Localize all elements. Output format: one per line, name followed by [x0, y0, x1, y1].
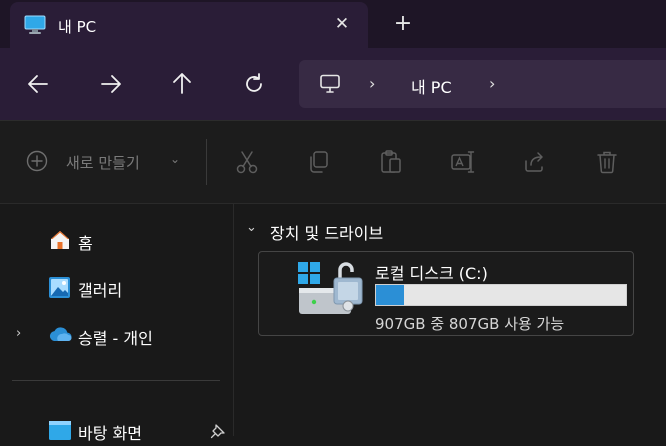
home-icon — [48, 228, 72, 252]
delete-button[interactable] — [594, 149, 620, 175]
drive-usage-fill — [376, 285, 404, 305]
trash-icon — [597, 151, 617, 174]
refresh-icon — [246, 73, 262, 92]
content-pane: ⌄ 장치 및 드라이브 로컬 디스크 (C:) 907GB 중 807GB 사용 — [234, 204, 666, 436]
paste-button[interactable] — [378, 149, 404, 175]
breadcrumb-separator-trailing[interactable]: › — [489, 74, 503, 94]
clipboard-icon — [381, 150, 401, 173]
share-button[interactable] — [522, 149, 548, 175]
pin-icon[interactable] — [210, 423, 226, 439]
address-bar[interactable]: › 내 PC › — [299, 60, 666, 108]
cut-button[interactable] — [234, 149, 260, 175]
cloud-icon — [48, 325, 72, 349]
sidebar-item-gallery[interactable]: 갤러리 — [0, 269, 230, 303]
add-icon — [26, 150, 48, 172]
monitor-icon — [24, 15, 46, 35]
navigation-bar: › 내 PC › — [0, 48, 666, 120]
sidebar-divider — [12, 380, 220, 381]
locked-drive-icon — [297, 258, 367, 318]
copy-button[interactable] — [306, 149, 332, 175]
breadcrumb-separator[interactable]: › — [369, 74, 383, 94]
desktop-icon — [48, 418, 72, 442]
chevron-right-icon[interactable]: › — [16, 326, 21, 341]
navigation-pane: 홈 갤러리 › 승렬 - 개인 바탕 화면 — [0, 204, 234, 443]
chevron-down-icon: ⌄ — [246, 220, 257, 235]
close-tab-button[interactable]: ✕ — [332, 13, 352, 35]
drive-free-space: 907GB 중 807GB 사용 가능 — [375, 315, 565, 333]
forward-arrow-icon — [101, 75, 121, 93]
sidebar-item-label: 승렬 - 개인 — [78, 329, 153, 348]
command-toolbar: 새로 만들기 ⌄ — [0, 121, 666, 203]
scissors-icon — [236, 151, 258, 174]
back-button[interactable] — [25, 70, 53, 98]
sidebar-item-home[interactable]: 홈 — [0, 222, 230, 256]
sidebar-item-onedrive[interactable]: › 승렬 - 개인 — [0, 317, 230, 351]
chevron-down-icon: ⌄ — [170, 152, 181, 166]
forward-button[interactable] — [97, 70, 125, 98]
share-icon — [525, 152, 543, 172]
gallery-icon — [48, 275, 72, 299]
toolbar-divider — [206, 139, 207, 185]
title-bar: 내 PC ✕ + — [0, 0, 666, 48]
drive-usage-bar — [375, 284, 627, 306]
rename-button[interactable] — [450, 149, 476, 175]
section-title: 장치 및 드라이브 — [270, 224, 384, 243]
up-arrow-icon — [173, 73, 191, 94]
drive-tile-c[interactable]: 로컬 디스크 (C:) 907GB 중 807GB 사용 가능 — [258, 251, 634, 336]
tab-title: 내 PC — [58, 18, 97, 36]
refresh-button[interactable] — [240, 70, 268, 98]
new-tab-button[interactable]: + — [392, 12, 414, 36]
pc-icon — [319, 74, 341, 94]
back-arrow-icon — [28, 75, 48, 93]
new-button-label: 새로 만들기 — [66, 154, 140, 172]
copy-icon — [310, 151, 328, 173]
sidebar-item-desktop[interactable]: 바탕 화면 — [0, 412, 230, 446]
sidebar-item-label: 홈 — [78, 234, 93, 253]
breadcrumb-location[interactable]: 내 PC — [411, 74, 452, 98]
up-button[interactable] — [168, 70, 196, 98]
sidebar-item-label: 바탕 화면 — [78, 424, 142, 443]
rename-icon — [451, 151, 475, 173]
sidebar-item-label: 갤러리 — [78, 281, 123, 300]
drive-name: 로컬 디스크 (C:) — [375, 264, 488, 283]
tab-my-pc[interactable]: 내 PC ✕ — [10, 2, 368, 48]
